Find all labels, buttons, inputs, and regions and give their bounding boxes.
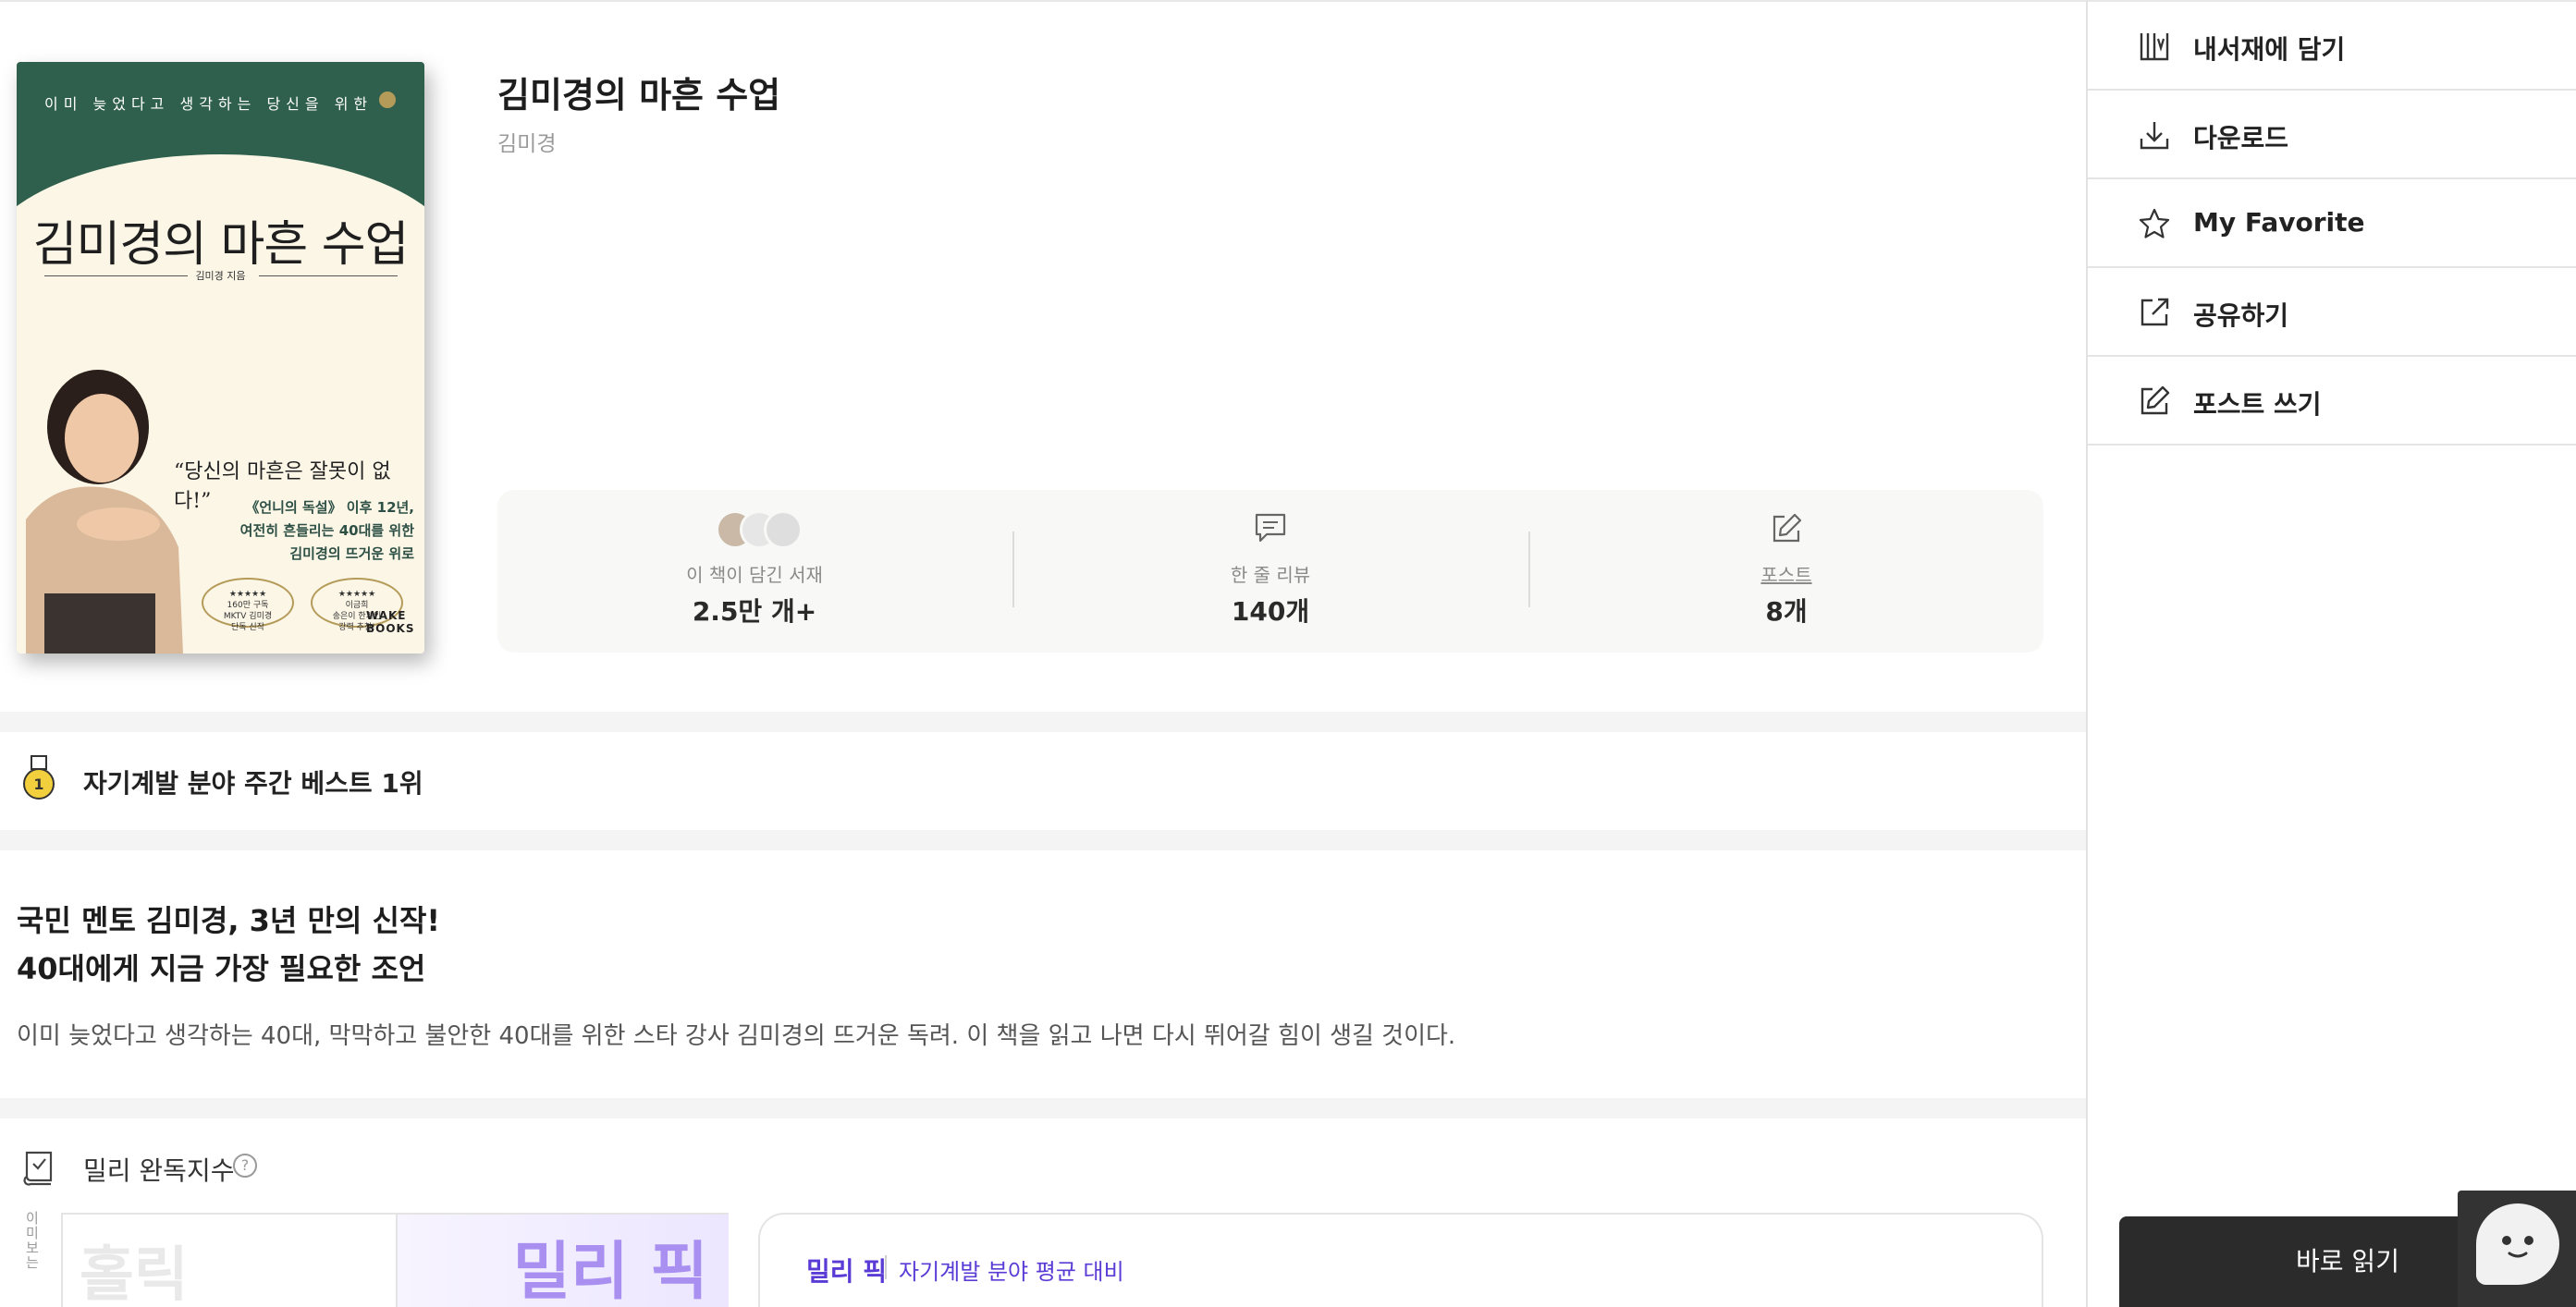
section-divider <box>0 1098 2086 1118</box>
sidebar-item-add-library[interactable]: 내서재에 담기 <box>2088 2 2576 91</box>
edit-icon <box>1773 513 1802 543</box>
badge-line: ★★★★★ <box>337 590 376 599</box>
cover-dot <box>379 92 396 108</box>
millie-pick-label: 밀리 픽 <box>512 1236 708 1307</box>
book-title: 김미경의 마흔 수업 <box>497 75 781 116</box>
sidebar-item-label: 공유하기 <box>2193 300 2289 331</box>
read-index-chart: 홀릭 밀리 픽 <box>61 1213 729 1307</box>
section-divider <box>0 712 2086 732</box>
stat-library[interactable]: 이 책이 담긴 서재 2.5만 개+ <box>497 490 1012 653</box>
cover-subtitle: 《언니의 독설》 이후 12년, 여전히 흔들리는 40대를 위한 김미경의 뜨… <box>202 496 414 566</box>
bot-face-icon <box>2502 1236 2533 1258</box>
sidebar-item-download[interactable]: 다운로드 <box>2088 91 2576 179</box>
main-content: 이미 늦었다고 생각하는 당신을 위한 김미경의 마흔 수업 김미경 지음 “당… <box>0 0 2086 1307</box>
sidebar-item-label: 포스트 쓰기 <box>2193 389 2322 420</box>
help-icon[interactable]: ? <box>233 1154 257 1178</box>
chat-button[interactable] <box>2458 1191 2576 1307</box>
bestseller-banner[interactable]: 1 자기계발 분야 주간 베스트 1위 <box>0 732 2086 830</box>
sidebar-item-label: My Favorite <box>2193 207 2365 238</box>
medal-icon: 1 <box>23 755 55 800</box>
stat-value: 8개 <box>1765 596 1808 627</box>
stat-label: 포스트 <box>1760 564 1812 586</box>
chat-bot-icon <box>2476 1203 2559 1285</box>
read-index-axis-label: 이미 보는 <box>26 1210 39 1271</box>
sidebar-item-write-post[interactable]: 포스트 쓰기 <box>2088 357 2576 446</box>
sidebar-item-label: 다운로드 <box>2193 123 2289 153</box>
book-cover[interactable]: 이미 늦었다고 생각하는 당신을 위한 김미경의 마흔 수업 김미경 지음 “당… <box>17 62 424 654</box>
bestseller-label: 자기계발 분야 주간 베스트 1위 <box>83 768 423 799</box>
edit-icon <box>2141 385 2170 415</box>
stat-value: 140개 <box>1231 596 1310 627</box>
cover-title: 김미경의 마흔 수업 <box>32 217 410 273</box>
cover-subtitle-line: 여전히 흔들리는 40대를 위한 <box>239 522 414 539</box>
cover-subtitle-line: 김미경의 뜨거운 위로 <box>289 545 414 562</box>
card-separator <box>885 1255 887 1279</box>
svg-text:1: 1 <box>33 776 43 793</box>
author-portrait <box>26 370 183 654</box>
sidebar-item-favorite[interactable]: My Favorite <box>2088 179 2576 268</box>
cover-tagline: 이미 늦었다고 생각하는 당신을 위한 <box>44 95 374 113</box>
comment-icon <box>1255 513 1286 543</box>
reader-avatars <box>708 510 803 553</box>
stat-reviews[interactable]: 한 줄 리뷰 140개 <box>1013 490 1527 653</box>
library-add-icon <box>2140 33 2169 61</box>
avatar <box>764 510 803 549</box>
badge-line: ★★★★★ <box>228 590 267 599</box>
cover-publisher-logo: WAKE BOOKS <box>366 609 415 635</box>
sidebar-item-share[interactable]: 공유하기 <box>2088 268 2576 357</box>
stat-label: 이 책이 담긴 서재 <box>686 564 823 586</box>
card-pick-label: 밀리 픽 <box>806 1256 888 1287</box>
badge-line: 단독 신작 <box>231 623 264 632</box>
book-check-icon <box>23 1151 53 1186</box>
promo-line: 40대에게 지금 가장 필요한 조언 <box>17 951 426 986</box>
hollic-label: 홀릭 <box>80 1241 189 1307</box>
read-index-section: 밀리 완독지수 ? 이미 보는 홀릭 밀리 픽 밀리 픽 자기계발 분야 평균 … <box>0 1120 2086 1307</box>
card-subtitle: 자기계발 분야 평균 대비 <box>899 1259 1124 1285</box>
stat-label: 한 줄 리뷰 <box>1230 564 1311 586</box>
badge-line: 160만 구독 <box>227 601 269 610</box>
cover-subtitle-line: 《언니의 독설》 이후 12년, <box>245 499 414 516</box>
sidebar-item-label: 내서재에 담기 <box>2193 34 2346 65</box>
share-icon <box>2141 298 2169 326</box>
cover-badge-left: ★★★★★ 160만 구독 MKTV 김미경 단독 신작 <box>202 578 294 632</box>
chart-left-panel: 홀릭 <box>63 1215 394 1307</box>
star-icon <box>2139 208 2170 238</box>
stat-value: 2.5만 개+ <box>692 596 817 627</box>
book-stats: 이 책이 담긴 서재 2.5만 개+ 한 줄 리뷰 140개 포스트 8개 <box>497 490 2043 653</box>
action-sidebar: 내서재에 담기 다운로드 My Favorite 공유하기 포스트 쓰기 <box>2086 0 2576 1307</box>
read-index-title: 밀리 완독지수 <box>83 1155 235 1186</box>
promo-description: 이미 늦었다고 생각하는 40대, 막막하고 불안한 40대를 위한 스타 강사… <box>17 1022 1456 1050</box>
cover-author-credit: 김미경 지음 <box>195 270 246 282</box>
book-author[interactable]: 김미경 <box>497 126 556 157</box>
promo-line: 국민 멘토 김미경, 3년 만의 신작! <box>17 903 440 938</box>
chart-right-panel: 밀리 픽 <box>396 1215 729 1307</box>
section-divider <box>0 830 2086 850</box>
badge-line: MKTV 김미경 <box>223 612 273 621</box>
download-icon <box>2140 122 2169 150</box>
stat-posts[interactable]: 포스트 8개 <box>1529 490 2043 653</box>
promo-headline: 국민 멘토 김미경, 3년 만의 신작! 40대에게 지금 가장 필요한 조언 <box>17 897 440 993</box>
read-index-card: 밀리 픽 자기계발 분야 평균 대비 <box>758 1213 2043 1307</box>
